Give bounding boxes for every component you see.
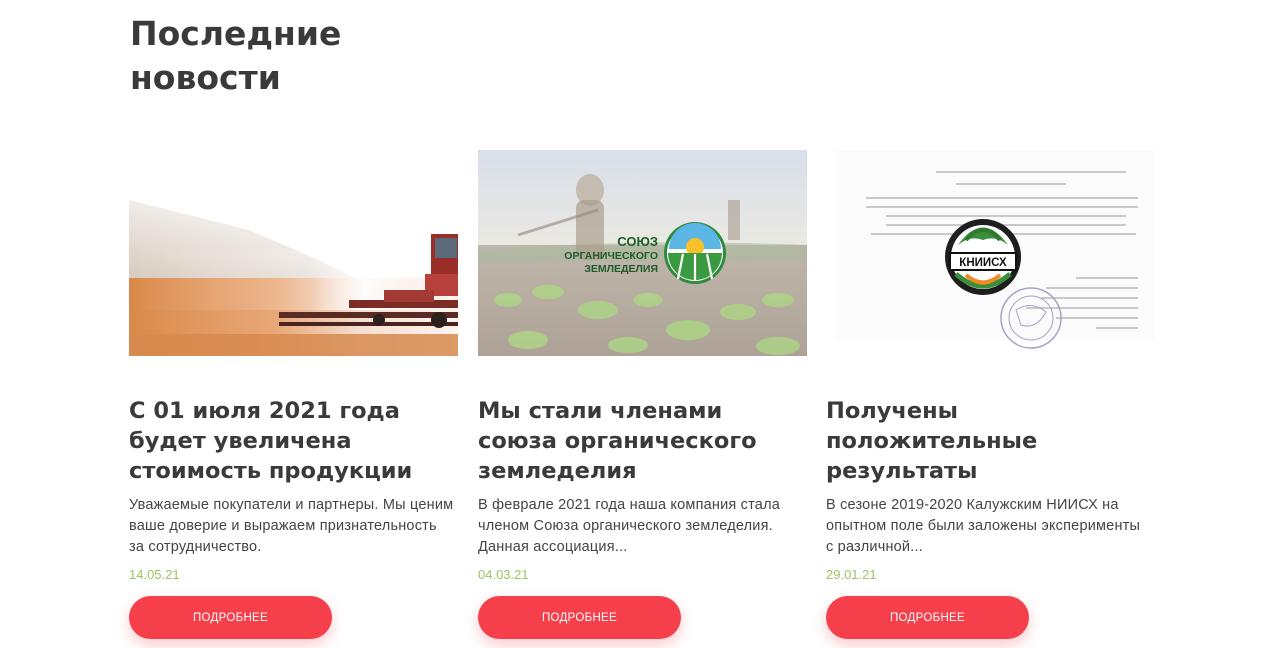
kniish-logo: КНИИСХ [945,219,1021,295]
news-excerpt: В сезоне 2019-2020 Калужским НИИСХ на оп… [826,497,1141,555]
news-image-organic-union[interactable]: СОЮЗ ОРГАНИЧЕСКОГО ЗЕМЛЕДЕЛИЯ [478,150,807,356]
harvester-illustration [129,150,458,356]
union-logo-line1: СОЮЗ [617,234,658,249]
news-title[interactable]: Получены положительные результаты [826,396,1146,486]
news-date: 29.01.21 [826,567,877,582]
more-button[interactable]: ПОДРОБНЕЕ [826,596,1029,639]
news-image-harvester[interactable] [129,150,458,356]
news-title[interactable]: Мы стали членами союза органического зем… [478,396,798,486]
union-logo-icon [664,222,726,284]
more-button[interactable]: ПОДРОБНЕЕ [478,596,681,639]
news-card: КНИИСХ Получены положительные результаты… [826,150,1156,639]
news-excerpt: В феврале 2021 года наша компания стала … [478,497,780,555]
section-title: Последние новости [130,14,342,97]
news-excerpt: Уважаемые покупатели и партнеры. Мы цени… [129,497,454,555]
document-illustration: КНИИСХ [826,150,1155,356]
news-card: СОЮЗ ОРГАНИЧЕСКОГО ЗЕМЛЕДЕЛИЯ Мы стали ч… [478,150,808,639]
news-date: 14.05.21 [129,567,180,582]
union-logo-line2: ОРГАНИЧЕСКОГО [564,250,658,262]
news-title[interactable]: С 01 июля 2021 года будет увеличена стои… [129,396,449,486]
organic-field-illustration: СОЮЗ ОРГАНИЧЕСКОГО ЗЕМЛЕДЕЛИЯ [478,150,807,356]
kniish-logo-text: КНИИСХ [959,257,1007,269]
news-date: 04.03.21 [478,567,529,582]
more-button[interactable]: ПОДРОБНЕЕ [129,596,332,639]
union-logo-line3: ЗЕМЛЕДЕЛИЯ [584,263,658,275]
news-image-research-document[interactable]: КНИИСХ [826,150,1155,356]
news-card: С 01 июля 2021 года будет увеличена стои… [129,150,459,639]
